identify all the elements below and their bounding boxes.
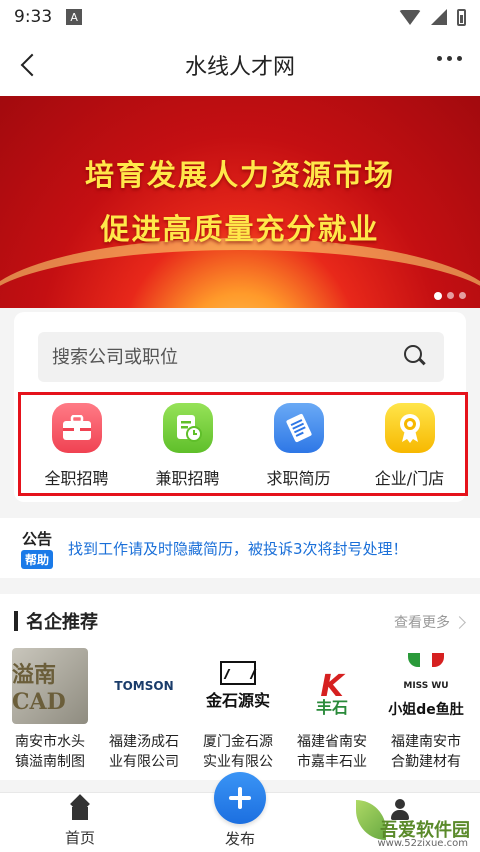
nav-bar: 水线人才网 [0,34,480,96]
company-name-line: 南安市水头 [15,734,85,750]
category-resume[interactable]: 求职简历 [249,403,349,489]
company-name: 厦门金石源 实业有限公 [196,732,280,772]
category-label: 全职招聘 [44,469,109,488]
dot-icon [437,56,442,61]
resume-icon [273,403,324,453]
stone-logo-mark [220,661,256,685]
company-name: 福建汤成石 业有限公司 [102,732,186,772]
company-logo: K 丰石 [294,648,370,724]
section-title: 名企推荐 [26,612,98,633]
document-clock-icon [162,403,213,453]
company-logo: 金石源实 [200,648,276,724]
briefcase-icon [51,403,102,453]
dot-icon [457,56,462,61]
announcement-title: 公告 [21,529,52,548]
announcement-text[interactable]: 找到工作请及时隐藏简历，被投诉3次将封号处理！ [68,538,408,559]
pagination-dot[interactable] [447,292,454,299]
company-card[interactable]: K 丰石 福建省南安 市嘉丰石业 [292,648,372,772]
publish-button[interactable] [214,772,266,824]
company-name-line: 合勤建材有 [391,754,461,770]
company-card[interactable]: MISS WU 小姐de鱼肚 福建南安市 合勤建材有 [386,648,466,772]
flag-icon [408,653,444,667]
tab-profile[interactable] [360,799,440,821]
publish-label: 发布 [224,830,255,848]
category-parttime[interactable]: 兼职招聘 [138,403,238,489]
category-label: 兼职招聘 [155,469,220,488]
company-logo-text: 溢南CAD [12,662,66,715]
company-card[interactable]: 溢南CAD 南安市水头 镇溢南制图 [10,648,90,772]
dot-icon [447,56,452,61]
home-icon [70,803,90,821]
category-label: 求职简历 [266,469,331,488]
pagination-dot[interactable] [434,292,442,300]
company-name-line: 业有限公司 [109,754,179,770]
back-button[interactable] [16,50,42,80]
announcement-label: 公告 帮助 [16,528,58,569]
company-logo-subtext: MISS WU [403,681,449,691]
company-logo: MISS WU 小姐de鱼肚 [388,648,464,724]
category-fulltime[interactable]: 全职招聘 [27,403,127,489]
pagination-dot[interactable] [459,292,466,299]
announcement-bar[interactable]: 公告 帮助 找到工作请及时隐藏简历，被投诉3次将封号处理！ [0,518,480,578]
medal-icon [384,403,435,453]
company-name-line: 市嘉丰石业 [297,754,367,770]
search-icon[interactable] [404,345,426,367]
search-card: 全职招聘 兼职招聘 求职简历 企业/门店 [14,312,468,502]
notification-icon: A [66,9,83,25]
featured-companies: 名企推荐 查看更多 溢南CAD 南安市水头 镇溢南制图 TOMSON 福建汤成石… [0,594,480,780]
banner-headline-2: 促进高质量充分就业 [100,212,380,246]
status-time: 9:33 [14,7,53,27]
user-icon [390,799,410,821]
section-accent-bar [14,611,18,631]
see-more-link[interactable]: 查看更多 [394,612,464,632]
company-name-line: 福建汤成石 [109,734,179,750]
company-name: 福建省南安 市嘉丰石业 [290,732,374,772]
banner-pagination [434,292,466,300]
more-options-button[interactable] [437,56,462,61]
section-header: 名企推荐 [14,610,98,633]
company-name-line: 福建省南安 [297,734,367,750]
tab-label: 首页 [64,829,95,847]
battery-icon [457,8,466,26]
help-badge[interactable]: 帮助 [20,549,53,569]
company-card[interactable]: TOMSON 福建汤成石 业有限公司 [104,648,184,772]
wifi-icon [399,9,421,25]
company-name-line: 厦门金石源 [203,734,273,750]
search-input[interactable] [38,332,444,382]
company-logo: 溢南CAD [12,648,88,724]
company-logo: TOMSON [106,648,182,724]
company-logo-text: TOMSON [114,679,174,693]
category-label: 企业/门店 [374,469,445,488]
page-title: 水线人才网 [184,55,295,80]
company-logo-text: 小姐de鱼肚 [388,702,464,718]
company-list: 溢南CAD 南安市水头 镇溢南制图 TOMSON 福建汤成石 业有限公司 金石源… [10,648,480,772]
promo-banner[interactable]: 培育发展人力资源市场 促进高质量充分就业 [0,96,480,308]
status-icons [399,8,466,26]
company-logo-text: 丰石 [315,698,348,717]
company-name-line: 镇溢南制图 [15,754,85,770]
company-name: 南安市水头 镇溢南制图 [8,732,92,772]
category-grid: 全职招聘 兼职招聘 求职简历 企业/门店 [18,392,468,496]
tab-home[interactable]: 首页 [40,799,120,848]
signal-icon [431,9,447,25]
company-name-line: 福建南安市 [391,734,461,750]
banner-decoration [0,238,480,308]
banner-headline-1: 培育发展人力资源市场 [84,158,395,192]
status-bar: 9:33 A [0,0,480,34]
company-name: 福建南安市 合勤建材有 [384,732,468,772]
plus-icon [229,787,251,809]
company-card[interactable]: 金石源实 厦门金石源 实业有限公 [198,648,278,772]
category-company-store[interactable]: 企业/门店 [360,403,460,489]
company-name-line: 实业有限公 [203,754,273,770]
company-logo-text: 金石源实 [205,691,270,710]
